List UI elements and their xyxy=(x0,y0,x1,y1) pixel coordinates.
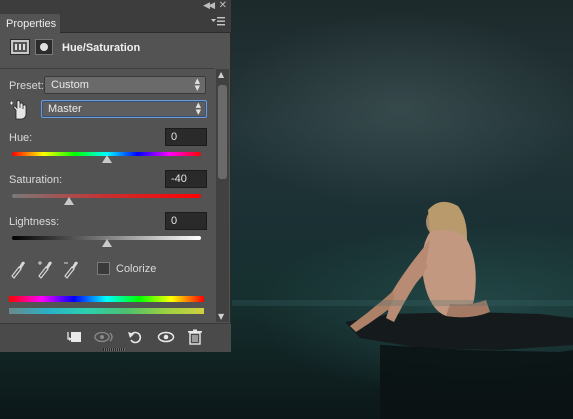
cliff-shadow xyxy=(380,345,573,419)
layer-mask-icon[interactable] xyxy=(35,39,53,55)
lightness-value: 0 xyxy=(171,215,178,227)
panel-tab-bar: Properties xyxy=(0,12,231,33)
updown-arrows-icon: ▲ ▼ xyxy=(195,101,201,116)
panel-top-strip: ◀◀ ✕ xyxy=(0,0,231,12)
cliff-rock xyxy=(345,312,573,350)
saturation-input[interactable]: -40 xyxy=(165,170,207,188)
visibility-eye-icon[interactable] xyxy=(157,329,175,345)
tab-properties-label: Properties xyxy=(6,18,57,30)
clip-to-layer-icon[interactable] xyxy=(64,329,82,345)
hue-label: Hue: xyxy=(9,132,33,144)
panel-menu-icon[interactable] xyxy=(211,16,225,27)
tab-properties[interactable]: Properties xyxy=(0,14,60,33)
targeted-adjustment-hand-icon[interactable] xyxy=(9,99,29,121)
saturation-slider-thumb[interactable] xyxy=(63,197,74,205)
updown-arrows-icon: ▲ ▼ xyxy=(194,77,200,92)
scroll-up-icon[interactable]: ▲ xyxy=(218,70,224,79)
saturation-slider-track[interactable] xyxy=(12,194,201,198)
seated-figure xyxy=(350,201,490,332)
double-chevron-left-icon[interactable]: ◀◀ xyxy=(203,1,215,11)
water-reflection xyxy=(232,300,573,306)
preset-select[interactable]: Custom ▲ ▼ xyxy=(44,76,206,94)
colorize-label: Colorize xyxy=(116,263,157,275)
preset-value: Custom xyxy=(51,79,89,91)
saturation-value: -40 xyxy=(171,173,187,185)
panel-footer xyxy=(0,323,231,352)
input-color-bar xyxy=(9,296,204,302)
properties-panel: ◀◀ ✕ Properties Hue/Saturation Preset: C… xyxy=(0,0,231,352)
panel-scrollbar[interactable]: ▲ ▼ xyxy=(216,69,229,322)
eyedropper-plus-icon[interactable] xyxy=(36,259,54,279)
close-icon[interactable]: ✕ xyxy=(219,0,227,11)
hue-slider-thumb[interactable] xyxy=(101,155,112,163)
channel-value: Master xyxy=(48,103,82,115)
hue-value: 0 xyxy=(171,131,178,143)
output-color-bar xyxy=(9,308,204,314)
preset-label: Preset: xyxy=(9,80,44,92)
scrollbar-thumb[interactable] xyxy=(218,85,227,179)
eyedropper-minus-icon[interactable] xyxy=(62,259,80,279)
eyedropper-icon[interactable] xyxy=(9,259,27,279)
reset-icon[interactable] xyxy=(126,329,144,345)
view-previous-state-icon[interactable] xyxy=(94,329,116,345)
scroll-down-icon[interactable]: ▼ xyxy=(218,312,224,321)
lightness-label: Lightness: xyxy=(9,216,60,228)
resize-grip[interactable] xyxy=(103,348,125,351)
saturation-label: Saturation: xyxy=(9,174,63,186)
colorize-checkbox[interactable] xyxy=(97,262,110,275)
lightness-slider-thumb[interactable] xyxy=(101,239,112,247)
trash-icon[interactable] xyxy=(186,329,204,345)
properties-header: Hue/Saturation xyxy=(0,36,231,62)
channel-select[interactable]: Master ▲ ▼ xyxy=(41,100,207,118)
hue-saturation-adjustment-icon[interactable] xyxy=(10,39,30,55)
header-divider xyxy=(0,68,214,69)
panel-title: Hue/Saturation xyxy=(62,42,141,54)
hue-input[interactable]: 0 xyxy=(165,128,207,146)
lightness-input[interactable]: 0 xyxy=(165,212,207,230)
